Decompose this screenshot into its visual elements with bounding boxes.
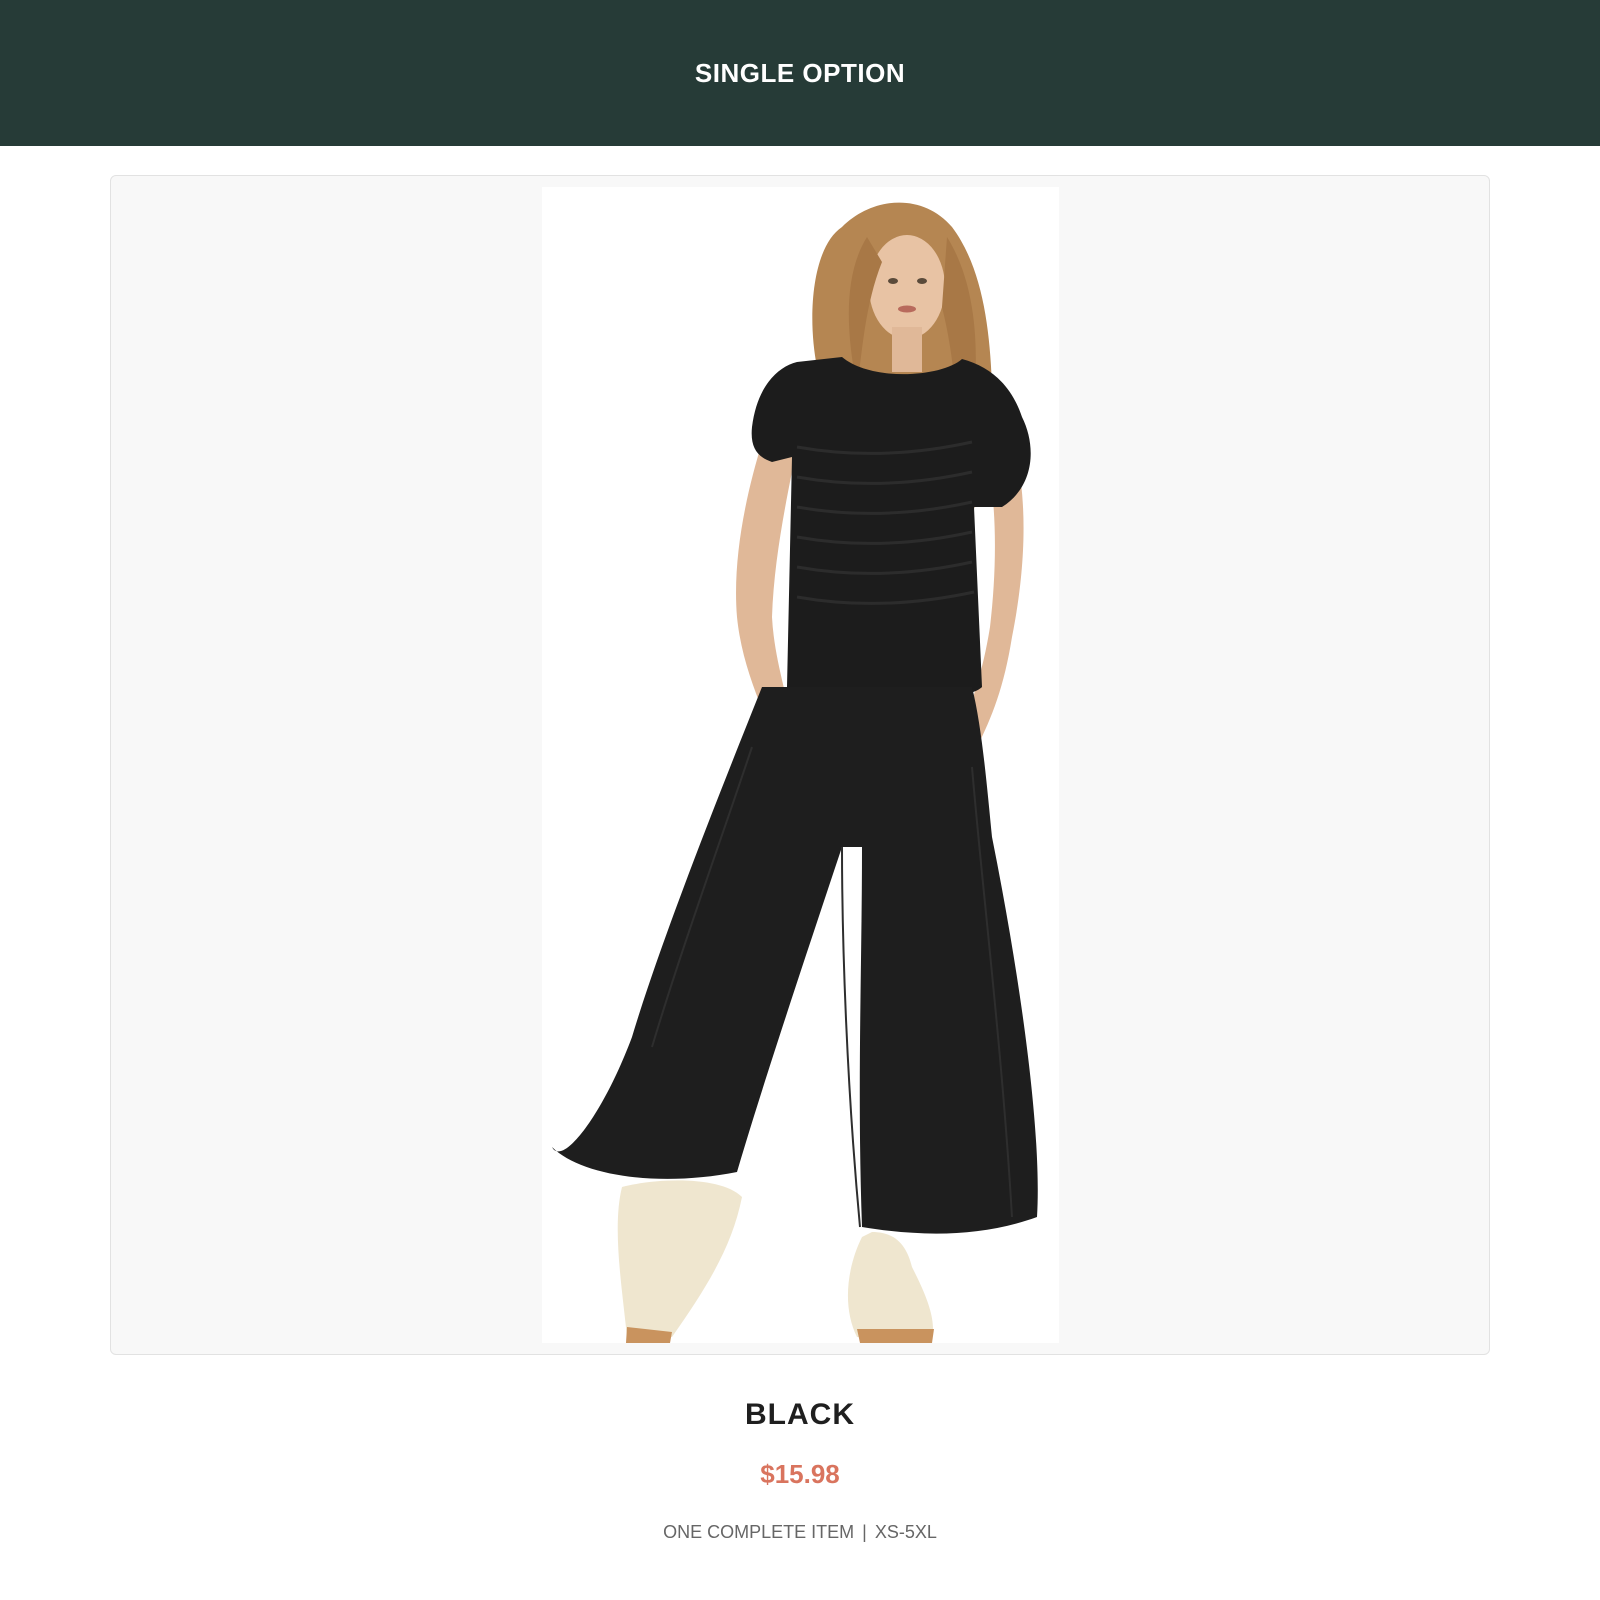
variant-meta: ONE COMPLETE ITEM | XS-5XL [0,1522,1600,1543]
header-title: SINGLE OPTION [694,57,906,88]
meta-separator: | [862,1522,867,1542]
product-photo [542,187,1059,1343]
model-illustration [542,187,1059,1343]
variant-name: BLACK [745,1398,855,1431]
product-image-card[interactable] [110,175,1490,1355]
variant-price: $15.98 [760,1459,840,1489]
page-header: SINGLE OPTION [0,0,1600,146]
size-range-label: XS-5XL [874,1522,937,1542]
item-count-label: ONE COMPLETE ITEM [663,1522,855,1542]
